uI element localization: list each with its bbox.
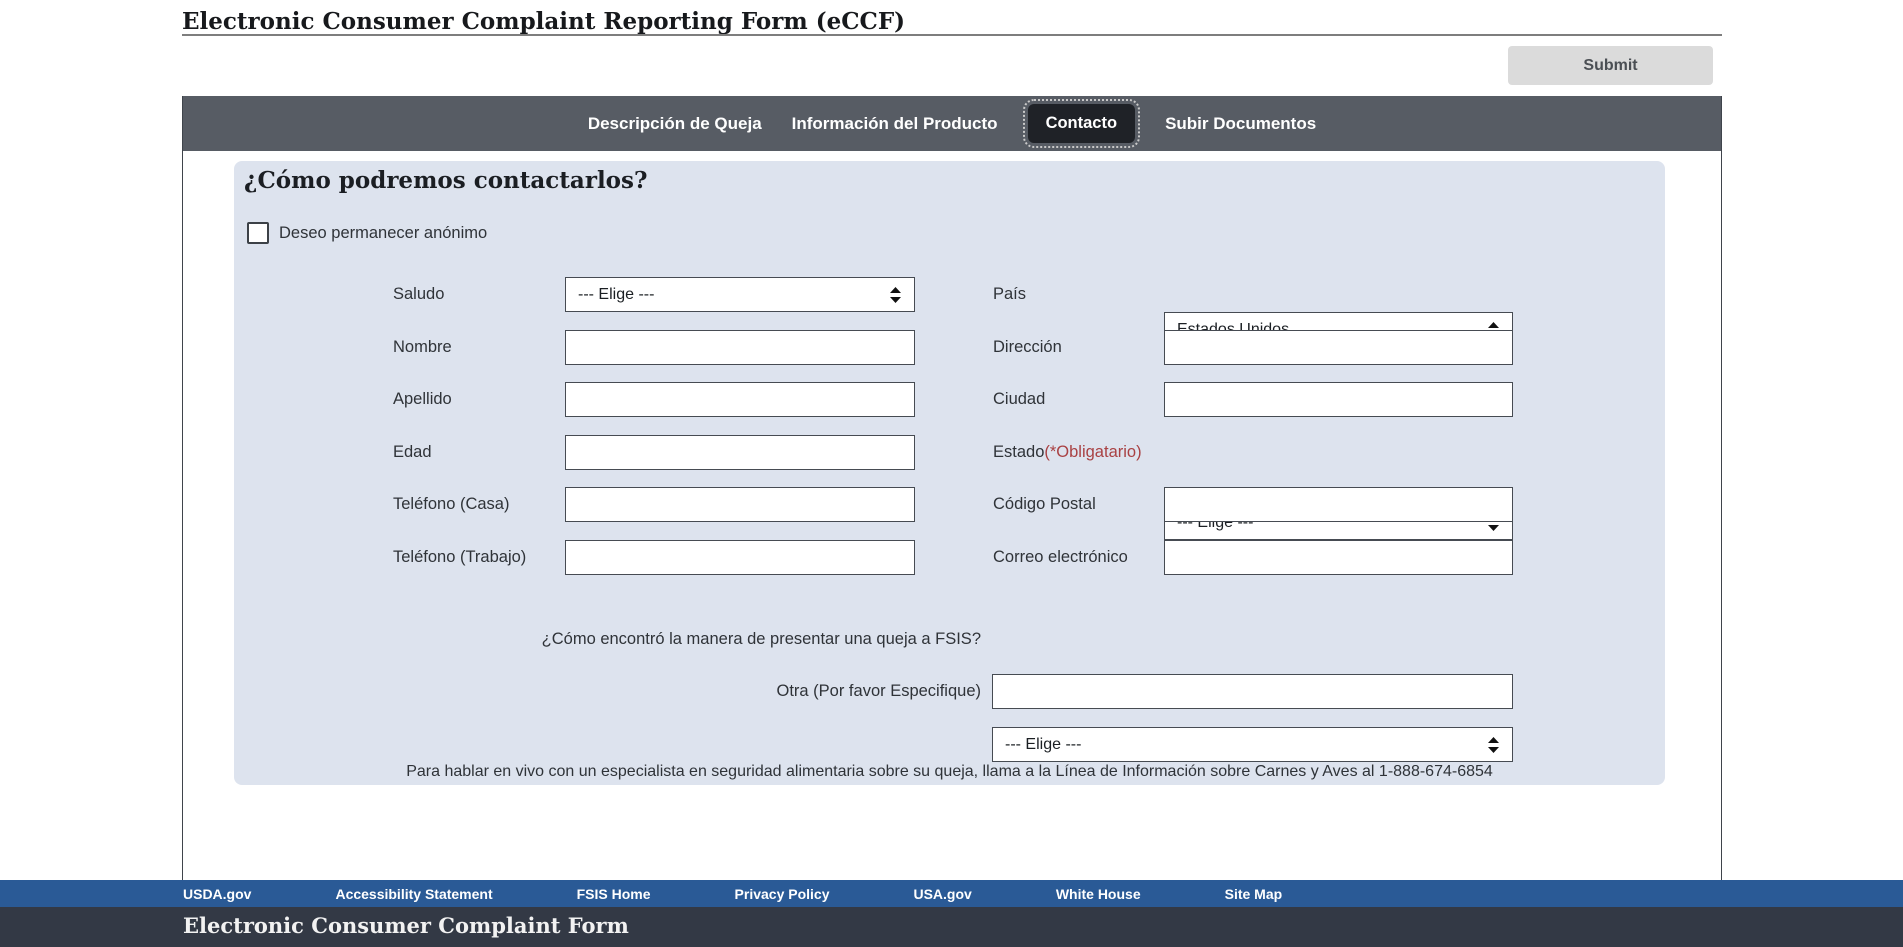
form-container: Descripción de Queja Información del Pro… [182,96,1722,880]
edad-label: Edad [393,435,432,470]
como-encontro-select[interactable]: --- Elige --- [992,727,1513,762]
saludo-label: Saludo [393,277,444,312]
apellido-label: Apellido [393,382,452,417]
edad-input[interactable] [565,435,915,470]
direccion-input[interactable] [1164,330,1513,365]
como-encontro-select-value: --- Elige --- [1005,736,1081,754]
correo-electronico-label: Correo electrónico [993,540,1128,575]
tab-bar: Descripción de Queja Información del Pro… [183,96,1721,151]
telefono-casa-label: Teléfono (Casa) [393,487,509,522]
ciudad-label: Ciudad [993,382,1045,417]
otra-especifique-input[interactable] [992,674,1513,709]
nombre-input[interactable] [565,330,915,365]
footer-link-white-house[interactable]: White House [1056,886,1141,902]
footer-link-fsis-home[interactable]: FSIS Home [577,886,651,902]
estado-required-marker: (*Obligatario) [1044,443,1141,462]
select-arrows-icon [1488,737,1499,753]
footer-link-usda-gov[interactable]: USDA.gov [183,886,251,902]
tab-descripcion-de-queja[interactable]: Descripción de Queja [588,114,762,134]
apellido-input[interactable] [565,382,915,417]
hotline-note: Para hablar en vivo con un especialista … [234,763,1665,781]
footer-bar: Electronic Consumer Complaint Form [0,907,1903,947]
select-arrows-icon [890,287,901,303]
anonymous-checkbox[interactable] [247,222,269,244]
telefono-trabajo-input[interactable] [565,540,915,575]
title-divider [182,34,1722,36]
footer-link-bar: USDA.gov Accessibility Statement FSIS Ho… [0,880,1903,907]
ciudad-input[interactable] [1164,382,1513,417]
tab-subir-documentos[interactable]: Subir Documentos [1165,114,1316,134]
contact-form-panel: ¿Cómo podremos contactarlos? Deseo perma… [234,161,1665,785]
saludo-select-value: --- Elige --- [578,286,654,304]
telefono-casa-input[interactable] [565,487,915,522]
estado-label: Estado(*Obligatario) [993,435,1142,470]
footer-link-privacy-policy[interactable]: Privacy Policy [735,886,830,902]
footer-link-usa-gov[interactable]: USA.gov [913,886,971,902]
footer-link-site-map[interactable]: Site Map [1225,886,1283,902]
codigo-postal-label: Código Postal [993,487,1096,522]
telefono-trabajo-label: Teléfono (Trabajo) [393,540,526,575]
direccion-label: Dirección [993,330,1062,365]
nombre-label: Nombre [393,330,452,365]
correo-electronico-input[interactable] [1164,540,1513,575]
tab-contacto[interactable]: Contacto [1028,104,1136,143]
codigo-postal-input[interactable] [1164,487,1513,522]
saludo-select[interactable]: --- Elige --- [565,277,915,312]
footer-link-accessibility-statement[interactable]: Accessibility Statement [335,886,492,902]
anonymous-checkbox-label: Deseo permanecer anónimo [279,222,487,244]
submit-button[interactable]: Submit [1508,46,1713,85]
page-title: Electronic Consumer Complaint Reporting … [182,8,905,35]
pais-label: País [993,277,1026,312]
como-encontro-label: ¿Cómo encontró la manera de presentar un… [534,622,981,657]
otra-especifique-label: Otra (Por favor Especifique) [534,674,981,709]
footer-site-title: Electronic Consumer Complaint Form [183,913,629,938]
tab-informacion-del-producto[interactable]: Información del Producto [792,114,998,134]
section-heading: ¿Cómo podremos contactarlos? [244,167,647,194]
